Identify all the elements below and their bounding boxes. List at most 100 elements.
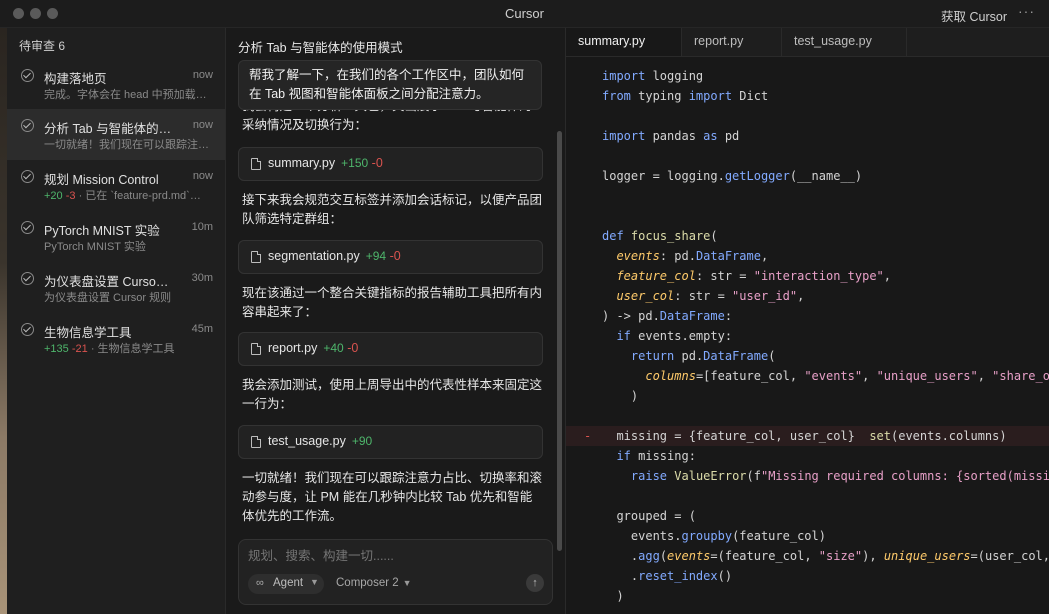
code-line: return pd.DataFrame( <box>566 346 1049 366</box>
code-line-text: from typing import Dict <box>602 89 769 103</box>
lines-removed: -0 <box>347 341 359 355</box>
code-line: if events.empty: <box>566 326 1049 346</box>
code-line: ) <box>566 586 1049 606</box>
send-button[interactable]: ↑ <box>526 574 544 592</box>
code-line-text: feature_col: str = "interaction_type", <box>616 269 892 283</box>
check-circle-icon <box>21 323 34 336</box>
file-icon <box>251 343 261 355</box>
sidebar-item[interactable]: 生物信息学工具 45m +135 -21 · 生物信息学工具 <box>7 313 225 364</box>
code-line-text: grouped = ( <box>602 509 696 523</box>
code-line: ) -> pd.DataFrame: <box>566 306 1049 326</box>
check-circle-icon <box>21 272 34 285</box>
file-name: segmentation.py <box>268 249 360 263</box>
file-change-card[interactable]: test_usage.py +90 <box>238 425 543 459</box>
check-circle-icon <box>21 119 34 132</box>
code-line-text: user_col: str = "user_id", <box>616 289 805 303</box>
chat-title: 分析 Tab 与智能体的使用模式 <box>238 41 403 55</box>
code-line: raise ValueError(f"Missing required colu… <box>566 466 1049 486</box>
code-line-text: if missing: <box>616 449 696 463</box>
code-line-text: ) <box>602 589 624 603</box>
composer-input[interactable] <box>248 549 538 563</box>
lines-added: +20 <box>44 190 63 202</box>
chevron-down-icon: ▼ <box>402 578 412 588</box>
infinity-icon: ∞ <box>256 577 264 589</box>
file-icon <box>251 436 261 448</box>
assistant-message: 现在该通过一个整合关键指标的报告辅助工具把所有内容串起来了： <box>242 286 543 319</box>
lines-added: +135 <box>44 343 69 355</box>
more-options-icon[interactable]: ··· <box>1018 3 1035 19</box>
code-line-text: logger = logging.getLogger(__name__) <box>602 169 863 183</box>
sidebar-item-time: now <box>192 119 213 131</box>
user-message[interactable]: 帮我了解一下，在我们的各个工作区中，团队如何在 Tab 视图和智能体面板之间分配… <box>238 60 542 110</box>
code-line-text: .agg(events=(feature_col, "size"), uniqu… <box>602 549 1049 563</box>
code-line-text: import logging <box>602 69 704 83</box>
sidebar-item-time: 10m <box>191 221 213 233</box>
sidebar-item-time: 30m <box>191 272 213 284</box>
code-line-text: import pandas as pd <box>602 129 740 143</box>
assistant-message: 一切就绪！我们现在可以跟踪注意力占比、切换率和滚动参与度，让 PM 能在几秒钟内… <box>242 471 543 523</box>
sidebar-item-subtitle: 为仪表盘设置 Cursor 规则 <box>44 292 172 304</box>
agent-mode-label: Agent <box>273 577 304 589</box>
sidebar-item[interactable]: 规划 Mission Control now +20 -3 · 已在 `feat… <box>7 160 225 211</box>
code-line: user_col: str = "user_id", <box>566 286 1049 306</box>
sidebar-item-subtitle-text: · 生物信息学工具 <box>90 343 175 355</box>
code-line: if missing: <box>566 446 1049 466</box>
code-line-text: return pd.DataFrame( <box>630 349 776 363</box>
sidebar-item[interactable]: 构建落地页 now 完成。字体会在 head 中预加载… <box>7 59 225 110</box>
file-name: test_usage.py <box>268 434 346 448</box>
code-line: .agg(events=(feature_col, "size"), uniqu… <box>566 546 1049 566</box>
code-line: ) <box>566 386 1049 406</box>
chat-scrollbar[interactable] <box>557 131 562 551</box>
sidebar-item-time: now <box>192 170 213 182</box>
file-name: summary.py <box>268 156 336 170</box>
code-line: import logging <box>566 66 1049 86</box>
code-line-deleted: - missing = {feature_col, user_col} set(… <box>566 426 1049 446</box>
code-line: from typing import Dict <box>566 86 1049 106</box>
check-circle-icon <box>21 69 34 82</box>
tab-test-usage-py[interactable]: test_usage.py <box>782 28 907 56</box>
agent-mode-dropdown[interactable]: ∞ Agent ▼ <box>248 574 324 594</box>
code-line-text: ) -> pd.DataFrame: <box>602 309 733 323</box>
lines-added: +94 <box>365 249 387 263</box>
code-line: events: pd.DataFrame, <box>566 246 1049 266</box>
sidebar-item[interactable]: 为仪表盘设置 Cursor 规则 30m 为仪表盘设置 Cursor 规则 <box>7 262 225 313</box>
tab-report-py[interactable]: report.py <box>682 28 782 56</box>
code-line-text: missing = {feature_col, user_col} set(ev… <box>602 429 1007 443</box>
sidebar-item[interactable]: PyTorch MNIST 实验 10m PyTorch MNIST 实验 <box>7 211 225 262</box>
sidebar-item-time: 45m <box>191 323 213 335</box>
lines-added: +90 <box>351 434 373 448</box>
code-editor: summary.py report.py test_usage.py impor… <box>566 28 1049 614</box>
code-line-text: def focus_share( <box>602 229 718 243</box>
sidebar-item-subtitle-text: · 已在 `feature-prd.md`… <box>78 190 201 202</box>
code-line-text: columns=[feature_col, "events", "unique_… <box>645 369 1049 383</box>
composer: ∞ Agent ▼ Composer 2▼ ↑ <box>238 539 553 605</box>
lines-added: +150 <box>341 156 369 170</box>
check-circle-icon <box>21 221 34 234</box>
code-line-text: if events.empty: <box>616 329 733 343</box>
sidebar-item-title: 规划 Mission Control <box>44 173 159 187</box>
get-cursor-button[interactable]: 获取 Cursor <box>941 6 1007 25</box>
chat-panel: 分析 Tab 与智能体的使用模式 我会构建一个分析工具包，突出展示 Tab 与智… <box>226 28 566 614</box>
file-icon <box>251 251 261 263</box>
sidebar-item-subtitle: +20 -3 · 已在 `feature-prd.md`… <box>44 187 214 203</box>
review-queue-header: 待审查 6 <box>19 39 66 53</box>
model-selector[interactable]: Composer 2 ▼ <box>336 577 412 589</box>
sidebar-item-subtitle: 完成。字体会在 head 中预加载… <box>44 89 207 101</box>
tab-summary-py[interactable]: summary.py <box>566 28 682 56</box>
file-change-card[interactable]: segmentation.py +94 -0 <box>238 240 543 274</box>
sidebar-item-title: 生物信息学工具 <box>44 326 132 340</box>
sidebar-item-active[interactable]: 分析 Tab 与智能体的使用模式 now 一切就绪！我们现在可以跟踪注意力占比、… <box>7 109 225 160</box>
code-line: def focus_share( <box>566 226 1049 246</box>
file-change-card[interactable]: report.py +40 -0 <box>238 332 543 366</box>
file-change-card[interactable]: summary.py +150 -0 <box>238 147 543 181</box>
code-line: events.groupby(feature_col) <box>566 526 1049 546</box>
assistant-message: 接下来我会规范交互标签并添加会话标记，以便产品团队筛选特定群组： <box>242 193 543 226</box>
editor-tab-bar: summary.py report.py test_usage.py <box>566 28 1049 57</box>
sidebar-item-title: 构建落地页 <box>44 72 107 86</box>
sidebar-item-subtitle: PyTorch MNIST 实验 <box>44 241 146 253</box>
chevron-down-icon: ▼ <box>310 577 319 587</box>
